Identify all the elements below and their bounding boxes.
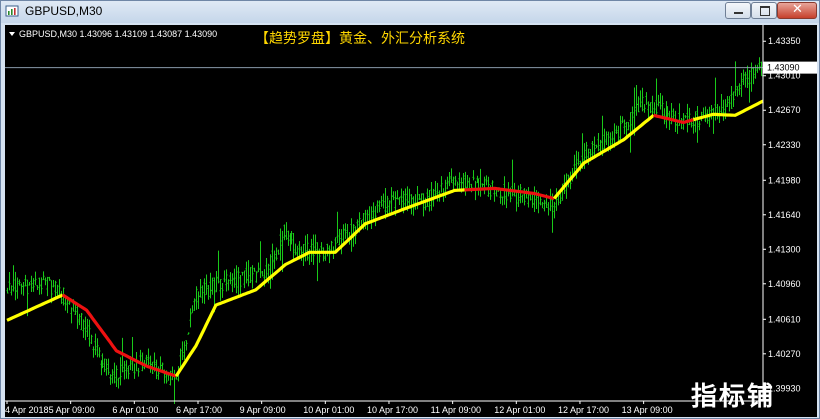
y-axis-label: 1.40270 — [768, 349, 801, 359]
watermark: 指标铺 — [691, 382, 775, 412]
x-axis-label: 4 Apr 2018 — [5, 405, 49, 415]
close-icon: ✕ — [792, 2, 803, 17]
y-axis-label: 1.41300 — [768, 244, 801, 254]
terminal-window: GBPUSD,M30 ✕ 1.43350 1.43010 1.42670 1.4233… — [0, 0, 820, 419]
x-axis-label: 6 Apr 17:00 — [176, 405, 222, 415]
chart-window-icon — [5, 5, 19, 17]
indicator-banner: 【趋势罗盘】黄金、外汇分析系统 — [255, 30, 465, 47]
chart-canvas[interactable]: 1.433501.430101.426701.423301.419801.416… — [5, 25, 817, 417]
symbol-info: GBPUSD,M30 1.43096 1.43109 1.43087 1.430… — [19, 29, 217, 39]
y-axis-label: 1.42670 — [768, 105, 801, 115]
minimize-icon — [734, 12, 743, 14]
minimize-button[interactable] — [725, 2, 751, 19]
maximize-icon — [760, 6, 770, 16]
x-axis-label: 10 Apr 01:00 — [303, 405, 354, 415]
x-axis-label: 9 Apr 09:00 — [240, 405, 286, 415]
y-axis-label: 1.43350 — [768, 36, 801, 46]
x-axis-label: 5 Apr 09:00 — [49, 405, 95, 415]
maximize-button[interactable] — [751, 2, 777, 19]
x-axis-label: 11 Apr 09:00 — [431, 405, 481, 415]
x-axis-label: 10 Apr 17:00 — [367, 405, 418, 415]
price-chart[interactable]: 1.43350 1.43010 1.42670 1.42330 1.41980 1.416… — [5, 25, 817, 417]
x-axis-label: 12 Apr 17:00 — [558, 405, 609, 415]
current-price-label: 1.43090 — [767, 63, 800, 73]
x-axis-label: 13 Apr 09:00 — [622, 405, 673, 415]
title-bar[interactable]: GBPUSD,M30 ✕ — [1, 1, 819, 23]
y-axis-label: 1.42330 — [768, 140, 801, 150]
close-button[interactable]: ✕ — [777, 2, 817, 19]
y-axis-label: 1.40610 — [768, 314, 801, 324]
y-axis-label: 1.41640 — [768, 210, 801, 220]
window-title: GBPUSD,M30 — [25, 4, 103, 18]
y-axis-label: 1.40960 — [768, 279, 801, 289]
x-axis-label: 12 Apr 01:00 — [494, 405, 545, 415]
y-axis-label: 1.41980 — [768, 175, 801, 185]
x-axis-label: 6 Apr 01:00 — [112, 405, 158, 415]
